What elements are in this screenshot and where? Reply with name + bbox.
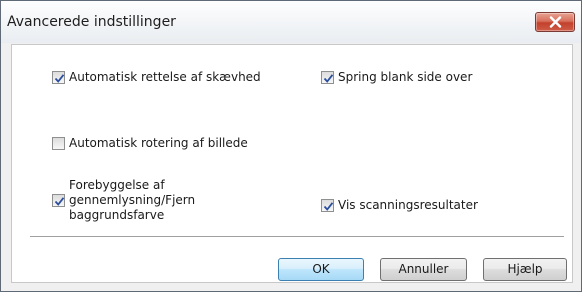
- option-show-results[interactable]: Vis scanningsresultater: [321, 197, 478, 213]
- skew-correction-label: Automatisk rettelse af skævhed: [69, 70, 261, 84]
- cancel-button[interactable]: Annuller: [380, 258, 467, 281]
- ok-button[interactable]: OK: [278, 258, 364, 281]
- checkmark-icon: [54, 73, 65, 83]
- skip-blank-label: Spring blank side over: [338, 70, 473, 84]
- dialog-title: Avancerede indstillinger: [7, 14, 176, 30]
- option-skew-correction[interactable]: Automatisk rettelse af skævhed: [52, 69, 261, 85]
- checkmark-icon: [323, 201, 334, 211]
- auto-rotate-checkbox[interactable]: [52, 136, 65, 150]
- close-x-icon: [549, 16, 562, 28]
- option-skip-blank[interactable]: Spring blank side over: [321, 69, 472, 85]
- separator-line: [30, 236, 564, 238]
- option-auto-rotate[interactable]: Automatisk rotering af billede: [52, 135, 248, 151]
- help-button[interactable]: Hjælp: [483, 258, 567, 281]
- title-bar[interactable]: Avancerede indstillinger: [1, 1, 581, 43]
- skip-blank-checkbox[interactable]: [321, 70, 334, 84]
- dialog-window: Avancerede indstillinger Automatisk rett…: [0, 0, 582, 292]
- show-results-checkbox[interactable]: [321, 198, 334, 212]
- close-button[interactable]: [535, 12, 575, 32]
- auto-rotate-label: Automatisk rotering af billede: [69, 136, 248, 150]
- show-results-label: Vis scanningsresultater: [338, 198, 478, 212]
- checkmark-icon: [54, 197, 65, 206]
- skew-correction-checkbox[interactable]: [52, 70, 65, 84]
- option-bleed-through[interactable]: Forebyggelse af gennemlysning/Fjern bagg…: [52, 178, 195, 223]
- bleed-through-label: Forebyggelse af gennemlysning/Fjern bagg…: [69, 178, 196, 222]
- dialog-body: Automatisk rettelse af skævhed Spring bl…: [11, 44, 573, 283]
- checkmark-icon: [323, 73, 334, 83]
- bleed-through-checkbox[interactable]: [52, 194, 65, 207]
